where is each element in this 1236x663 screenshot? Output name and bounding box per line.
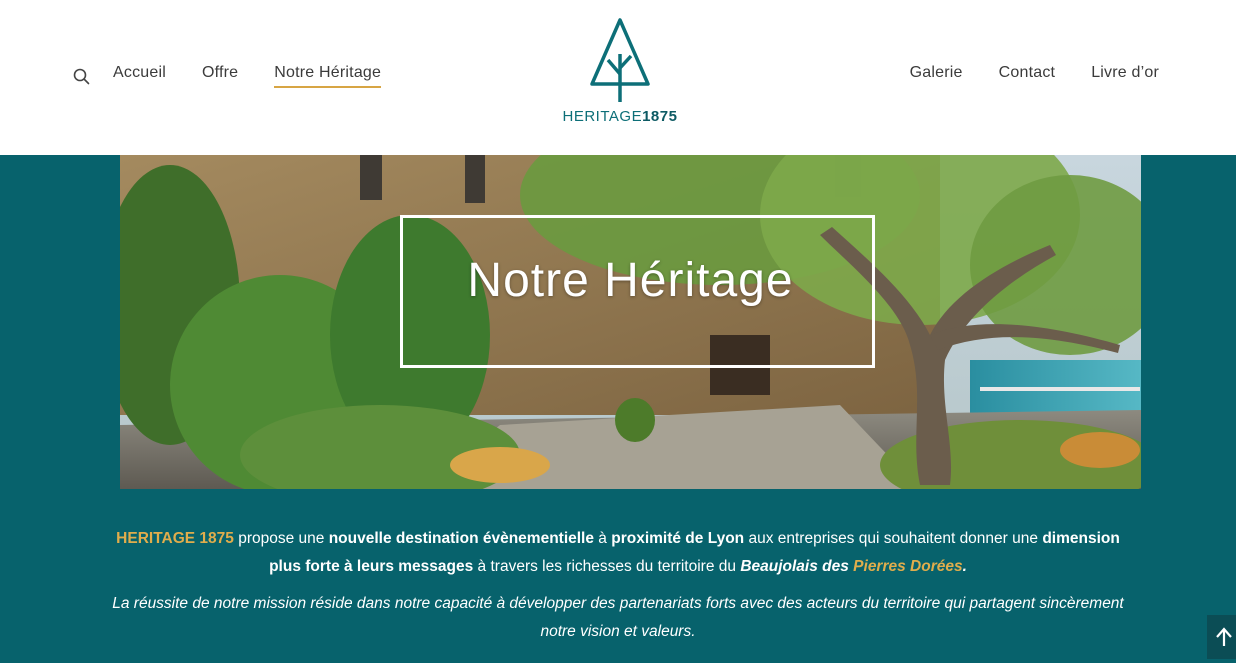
intro-brand: HERITAGE 1875 <box>116 530 234 547</box>
site-logo[interactable]: HERITAGE1875 <box>555 16 685 134</box>
nav-livre-dor[interactable]: Livre d’or <box>1091 64 1159 88</box>
tree-logo-icon <box>590 18 650 102</box>
main-nav-right: Galerie Contact Livre d’or <box>874 64 1159 88</box>
intro-bold-italic-1: Beaujolais des <box>740 558 854 575</box>
logo-wordmark: HERITAGE1875 <box>555 108 685 125</box>
intro-text-4: à travers les richesses du territoire du <box>473 558 741 575</box>
nav-accueil[interactable]: Accueil <box>113 64 166 88</box>
search-icon[interactable] <box>72 67 90 85</box>
intro-paragraph: HERITAGE 1875 propose une nouvelle desti… <box>112 525 1124 581</box>
main-nav-left: Accueil Offre Notre Héritage <box>72 64 417 88</box>
nav-contact[interactable]: Contact <box>999 64 1056 88</box>
nav-galerie[interactable]: Galerie <box>910 64 963 88</box>
intro-bold-2: proximité de Lyon <box>611 530 745 547</box>
intro-gold-italic: Pierres Dorées <box>853 558 963 575</box>
scroll-to-top-button[interactable] <box>1207 615 1236 659</box>
nav-offre[interactable]: Offre <box>202 64 238 88</box>
logo-year: 1875 <box>642 108 678 125</box>
arrow-up-icon <box>1216 627 1232 646</box>
intro-text-3: aux entreprises qui souhaitent donner un… <box>744 530 1043 547</box>
nav-notre-heritage[interactable]: Notre Héritage <box>274 64 382 88</box>
logo-word: HERITAGE <box>562 108 643 125</box>
hero-banner: Notre Héritage <box>120 155 1141 489</box>
hero-title: Notre Héritage <box>467 254 794 307</box>
intro-bold-italic-2: . <box>962 558 967 575</box>
site-header: Accueil Offre Notre Héritage HERITAGE187… <box>0 0 1236 155</box>
intro-bold-1: nouvelle destination évènementielle <box>328 530 594 547</box>
intro-text-2: à <box>594 530 612 547</box>
mission-statement: La réussite de notre mission réside dans… <box>112 595 1124 640</box>
intro-text-1: propose une <box>233 530 329 547</box>
